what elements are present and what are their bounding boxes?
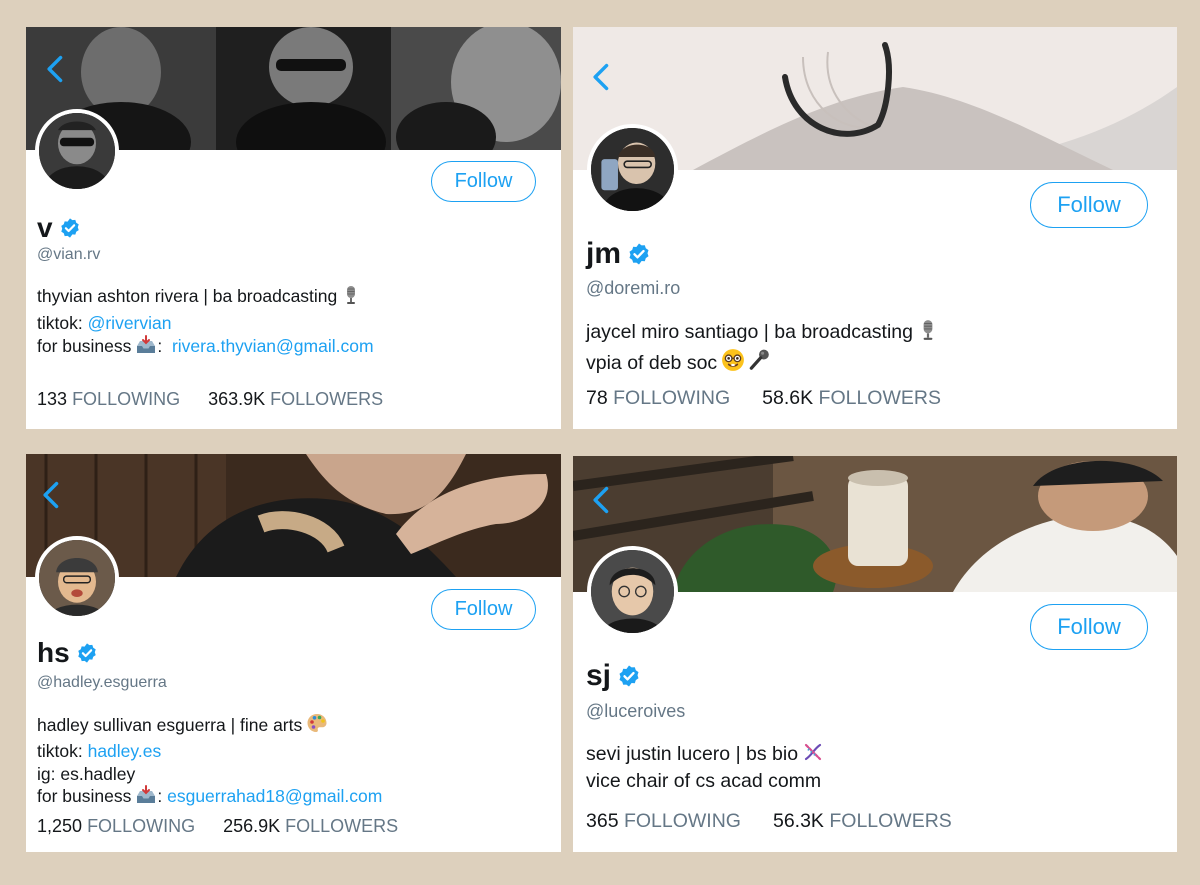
bio: thyvian ashton rivera | ba broadcasting …: [37, 285, 374, 362]
display-name: jm: [586, 237, 622, 270]
following-stat[interactable]: 133 FOLLOWING: [37, 389, 180, 410]
display-name: hs: [37, 637, 70, 668]
following-count: 1,250: [37, 816, 83, 836]
follow-button[interactable]: Follow: [431, 161, 536, 202]
avatar[interactable]: [587, 546, 678, 637]
back-icon: [588, 484, 616, 516]
tiktok-link[interactable]: @rivervian: [88, 313, 172, 333]
stats-row: 133 FOLLOWING 363.9K FOLLOWERS: [37, 389, 411, 410]
microphone-icon: [341, 285, 361, 312]
followers-count: 256.9K: [223, 816, 281, 836]
stats-row: 365 FOLLOWING 56.3K FOLLOWERS: [586, 810, 980, 833]
following-label: FOLLOWING: [72, 389, 181, 409]
following-stat[interactable]: 365 FOLLOWING: [586, 810, 741, 833]
mic-icon: [747, 348, 771, 379]
avatar[interactable]: [35, 109, 119, 193]
business-separator: :: [157, 786, 163, 807]
followers-stat[interactable]: 56.3K FOLLOWERS: [773, 810, 952, 833]
following-count: 78: [586, 387, 608, 409]
followers-count: 363.9K: [208, 389, 266, 409]
followers-stat[interactable]: 256.9K FOLLOWERS: [223, 816, 398, 837]
following-label: FOLLOWING: [623, 810, 741, 832]
bio-line: jaycel miro santiago | ba broadcasting: [586, 321, 913, 343]
followers-count: 58.6K: [762, 387, 814, 409]
email-link[interactable]: esguerrahad18@gmail.com: [167, 786, 382, 806]
follow-button[interactable]: Follow: [1030, 182, 1148, 228]
follow-button[interactable]: Follow: [431, 589, 536, 630]
follow-button[interactable]: Follow: [1030, 604, 1148, 650]
verified-icon: [617, 664, 641, 688]
username-handle: @vian.rv: [37, 246, 101, 263]
followers-label: FOLLOWERS: [829, 810, 952, 832]
profile-card-hs: Follow hs @hadley.esguerra hadley sulliv…: [26, 454, 561, 852]
business-label: for business: [37, 786, 132, 807]
back-button[interactable]: [38, 479, 66, 511]
followers-label: FOLLOWERS: [818, 387, 941, 409]
instagram-line: ig: es.hadley: [37, 763, 136, 784]
bio: hadley sullivan esguerra | fine arts tik…: [37, 712, 382, 811]
following-stat[interactable]: 78 FOLLOWING: [586, 387, 730, 410]
verified-icon: [59, 217, 81, 239]
bio-line: thyvian ashton rivera | ba broadcasting: [37, 286, 338, 306]
business-separator: :: [157, 336, 163, 357]
following-count: 133: [37, 389, 68, 409]
bio-line: vpia of deb soc: [586, 352, 718, 375]
microphone-icon: [917, 319, 939, 348]
bio-line: sevi justin lucero | bs bio: [586, 743, 799, 765]
followers-count: 56.3K: [772, 810, 824, 832]
dna-icon: [802, 741, 824, 769]
username-handle: @doremi.ro: [586, 278, 681, 298]
nerd-face-icon: [721, 348, 745, 379]
bio-line: vice chair of cs acad comm: [586, 770, 822, 793]
palette-icon: [306, 712, 328, 740]
tiktok-link[interactable]: hadley.es: [88, 741, 162, 761]
tiktok-label: tiktok:: [37, 740, 83, 761]
bio: sevi justin lucero | bs bio vice chair o…: [586, 741, 824, 794]
back-button[interactable]: [588, 484, 616, 516]
stats-row: 78 FOLLOWING 58.6K FOLLOWERS: [586, 387, 969, 410]
bio-line: hadley sullivan esguerra | fine arts: [37, 715, 303, 735]
display-name: v: [37, 212, 53, 243]
verified-icon: [627, 242, 651, 266]
profile-card-sj: Follow sj @luceroives sevi justin lucero…: [573, 456, 1177, 852]
followers-stat[interactable]: 363.9K FOLLOWERS: [208, 389, 383, 410]
back-icon: [38, 479, 66, 511]
profile-card-jm: Follow jm @doremi.ro jaycel miro santiag…: [573, 27, 1177, 429]
avatar[interactable]: [35, 536, 119, 620]
following-count: 365: [586, 810, 619, 832]
following-stat[interactable]: 1,250 FOLLOWING: [37, 816, 195, 837]
verified-icon: [76, 642, 98, 664]
inbox-tray-icon: [135, 785, 157, 811]
followers-stat[interactable]: 58.6K FOLLOWERS: [762, 387, 941, 410]
bio: jaycel miro santiago | ba broadcasting v…: [586, 319, 939, 380]
following-label: FOLLOWING: [87, 816, 196, 836]
stats-row: 1,250 FOLLOWING 256.9K FOLLOWERS: [37, 816, 426, 837]
profile-card-v: Follow v @vian.rv thyvian ashton rivera …: [26, 27, 561, 429]
avatar[interactable]: [587, 124, 678, 215]
username-handle: @luceroives: [586, 701, 686, 721]
display-name: sj: [586, 659, 612, 692]
business-label: for business: [37, 336, 132, 357]
back-icon: [42, 53, 70, 85]
followers-label: FOLLOWERS: [270, 389, 384, 409]
followers-label: FOLLOWERS: [285, 816, 399, 836]
email-link[interactable]: rivera.thyvian@gmail.com: [172, 336, 374, 356]
following-label: FOLLOWING: [613, 387, 731, 409]
inbox-tray-icon: [135, 335, 157, 362]
back-icon: [588, 61, 616, 93]
username-handle: @hadley.esguerra: [37, 674, 167, 691]
back-button[interactable]: [42, 53, 70, 85]
back-button[interactable]: [588, 61, 616, 93]
tiktok-label: tiktok:: [37, 312, 83, 333]
